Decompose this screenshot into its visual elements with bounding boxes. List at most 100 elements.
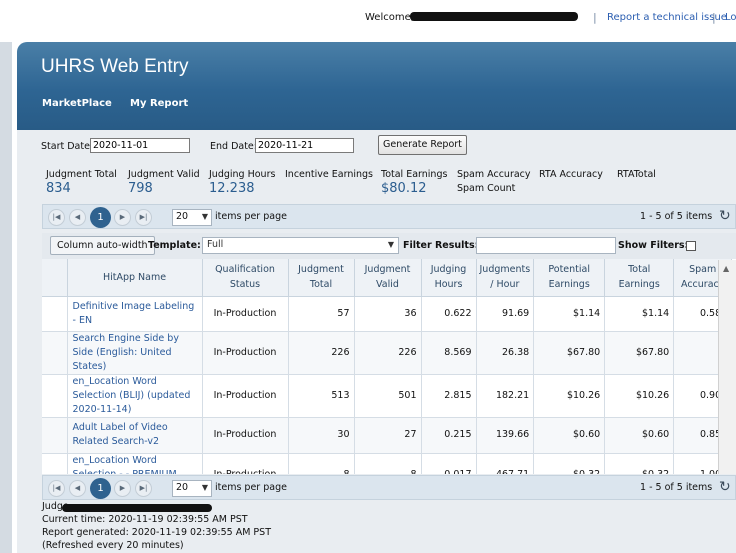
table-cell: $0.32 (533, 453, 606, 474)
page-size-select[interactable]: 20 ▼ (172, 480, 212, 497)
redacted-username (410, 12, 578, 21)
column-header[interactable]: Qualification Status (202, 259, 289, 297)
scroll-up-icon[interactable]: ▲ (723, 264, 729, 273)
hitapp-name-cell[interactable]: Definitive Image Labeling - EN (67, 296, 203, 332)
app-title: UHRS Web Entry (41, 56, 189, 77)
column-header[interactable]: Judgments / Hour (476, 259, 535, 297)
table-cell: In-Production (202, 374, 289, 418)
row-select-cell[interactable] (42, 331, 68, 375)
end-date-input[interactable] (255, 138, 354, 153)
filter-results-label: Filter Results: (403, 240, 479, 251)
table-cell: $0.60 (533, 417, 606, 454)
page-size-value: 20 (176, 211, 189, 222)
table-cell: 36 (354, 296, 422, 332)
refresh-note: (Refreshed every 20 minutes) (42, 540, 184, 551)
table-row[interactable]: Definitive Image Labeling - EN In-Produc… (42, 296, 733, 332)
table-cell: 30 (288, 417, 355, 454)
prev-page-icon[interactable]: ◀ (69, 209, 86, 226)
row-select-cell[interactable] (42, 374, 68, 418)
separator: | (712, 11, 716, 24)
row-select-cell[interactable] (42, 296, 68, 332)
pager-top: |◀ ◀ 1 ▶ ▶| 20 ▼ items per page 1 - 5 of … (42, 204, 736, 229)
report-generated-time: Report generated: 2020-11-19 02:39:55 AM… (42, 527, 271, 538)
first-page-icon[interactable]: |◀ (48, 480, 65, 497)
table-cell: 0.215 (421, 417, 477, 454)
table-row[interactable]: en_Location Word Selection (BLIJ) (updat… (42, 374, 733, 418)
hitapp-name-cell[interactable]: en_Location Word Selection - - PREMIUM (… (67, 453, 203, 474)
chevron-down-icon: ▼ (201, 483, 208, 492)
column-autowidth-button[interactable]: Column auto-width (50, 236, 155, 255)
table-cell: $0.32 (604, 453, 675, 474)
stat-label: Judgment Valid (128, 169, 200, 180)
top-bar: Welcome, | Report a technical issue | Lo (0, 0, 736, 38)
last-page-icon[interactable]: ▶| (135, 480, 152, 497)
table-cell: In-Production (202, 331, 289, 375)
hitapp-name-cell[interactable]: Search Engine Side by Side (English: Uni… (67, 331, 203, 375)
column-header[interactable]: Judgment Total (288, 259, 355, 297)
template-value: Full (207, 239, 224, 250)
first-page-icon[interactable]: |◀ (48, 209, 65, 226)
table-cell: 501 (354, 374, 422, 418)
stat-judging-hours: 12.238 (209, 181, 255, 196)
stat-total-earnings: $80.12 (381, 181, 427, 196)
table-cell: $67.80 (533, 331, 606, 375)
prev-page-icon[interactable]: ◀ (69, 480, 86, 497)
nav-my-report[interactable]: My Report (130, 98, 188, 109)
generate-report-button[interactable]: Generate Report (378, 135, 467, 155)
report-content: Start Date: End Date: Generate Report Ju… (17, 130, 736, 553)
nav-marketplace[interactable]: MarketPlace (42, 98, 112, 109)
table-row[interactable]: Search Engine Side by Side (English: Uni… (42, 331, 733, 375)
table-cell: $67.80 (604, 331, 675, 375)
column-header[interactable]: Judgment Valid (354, 259, 422, 297)
show-filters-checkbox[interactable] (686, 241, 696, 251)
next-page-icon[interactable]: ▶ (114, 209, 131, 226)
current-page-button[interactable]: 1 (90, 207, 111, 228)
table-row[interactable]: Adult Label of Video Related Search-v2 I… (42, 417, 733, 454)
table-cell: $10.26 (604, 374, 675, 418)
row-select-cell[interactable] (42, 417, 68, 454)
end-date-label: End Date: (210, 141, 257, 152)
table-cell: 182.21 (476, 374, 535, 418)
start-date-label: Start Date: (41, 141, 94, 152)
app-header: UHRS Web Entry MarketPlace My Report (17, 42, 736, 130)
grid-toolbar: Column auto-width Template: Full ▼ Filter… (42, 233, 736, 259)
chevron-down-icon: ▼ (387, 240, 394, 249)
column-header[interactable]: Judging Hours (421, 259, 477, 297)
row-select-cell[interactable] (42, 453, 68, 474)
stat-label: Judging Hours (209, 169, 276, 180)
stat-label: Judgment Total (46, 169, 117, 180)
logout-link[interactable]: Lo (725, 12, 736, 23)
hitapp-name-cell[interactable]: Adult Label of Video Related Search-v2 (67, 417, 203, 454)
stat-judgment-total: 834 (46, 181, 71, 196)
table-cell: 226 (288, 331, 355, 375)
show-filters-label: Show Filters: (618, 240, 689, 251)
refresh-icon[interactable]: ↻ (719, 479, 731, 495)
table-row[interactable]: en_Location Word Selection - - PREMIUM (… (42, 453, 733, 474)
stat-label: Total Earnings (381, 169, 448, 180)
grid-scrollbar[interactable]: ▲ (718, 260, 736, 474)
report-grid: HitApp Name Qualification Status Judgmen… (42, 259, 736, 474)
filter-results-input[interactable] (476, 237, 616, 254)
table-cell: 8 (354, 453, 422, 474)
table-cell: $10.26 (533, 374, 606, 418)
table-cell: $0.60 (604, 417, 675, 454)
start-date-input[interactable] (90, 138, 190, 153)
table-cell: 2.815 (421, 374, 477, 418)
current-page-button[interactable]: 1 (90, 478, 111, 499)
separator: | (593, 11, 597, 24)
stat-label: Spam Count (457, 183, 516, 194)
column-header[interactable]: Potential Earnings (533, 259, 606, 297)
page-size-select[interactable]: 20 ▼ (172, 209, 212, 226)
chevron-down-icon: ▼ (201, 212, 208, 221)
next-page-icon[interactable]: ▶ (114, 480, 131, 497)
redacted-judge-id (62, 504, 212, 512)
report-issue-link[interactable]: Report a technical issue (607, 12, 727, 23)
refresh-icon[interactable]: ↻ (719, 208, 731, 224)
hitapp-name-cell[interactable]: en_Location Word Selection (BLIJ) (updat… (67, 374, 203, 418)
column-header[interactable]: Total Earnings (604, 259, 675, 297)
table-cell: 57 (288, 296, 355, 332)
template-select[interactable]: Full ▼ (202, 237, 399, 254)
table-cell: 27 (354, 417, 422, 454)
last-page-icon[interactable]: ▶| (135, 209, 152, 226)
column-header[interactable]: HitApp Name (67, 259, 203, 297)
